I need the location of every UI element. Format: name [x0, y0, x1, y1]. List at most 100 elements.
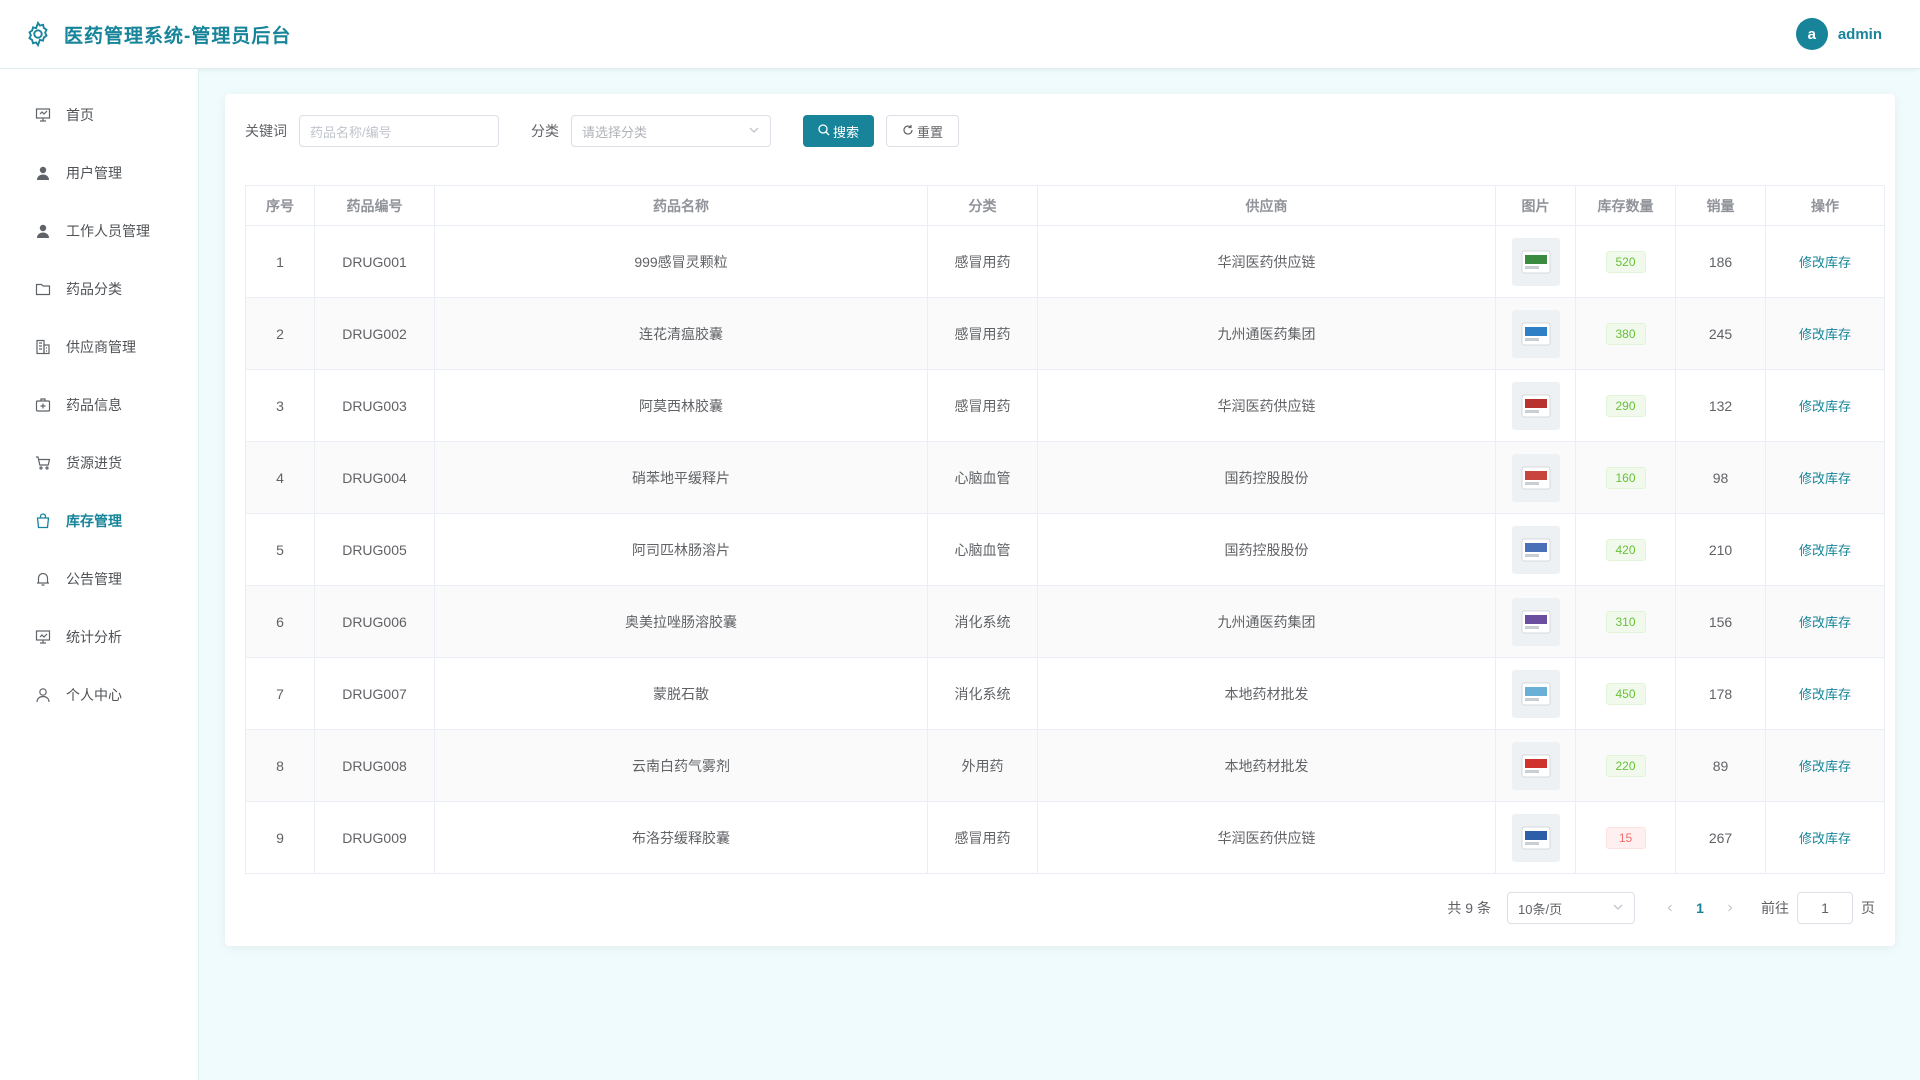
stock-badge: 380 [1605, 322, 1646, 345]
action-cell: 修改库存 [1765, 513, 1885, 586]
keyword-placeholder: 药品名称/编号 [310, 124, 392, 140]
stock-cell: 380 [1575, 297, 1676, 370]
next-page-button[interactable] [1715, 900, 1745, 916]
stock-cell: 310 [1575, 585, 1676, 658]
sidebar-item-label: 库存管理 [66, 513, 122, 529]
drug-name: 阿司匹林肠溶片 [434, 513, 928, 586]
keyword-input[interactable]: 药品名称/编号 [299, 115, 499, 147]
edit-stock-link[interactable]: 修改库存 [1799, 543, 1851, 558]
sidebar-item-9[interactable]: 统计分析 [0, 608, 198, 666]
row-index: 6 [245, 585, 315, 658]
search-icon [818, 123, 830, 139]
stock-badge: 15 [1605, 826, 1646, 849]
sales-count: 186 [1675, 225, 1766, 298]
drug-image[interactable] [1511, 309, 1560, 358]
stock-badge: 160 [1605, 466, 1646, 489]
drug-image[interactable] [1511, 669, 1560, 718]
folder-icon [34, 280, 52, 298]
drug-image[interactable] [1511, 453, 1560, 502]
sidebar-item-0[interactable]: 首页 [0, 86, 198, 144]
drug-image[interactable] [1511, 813, 1560, 862]
drug-code: DRUG005 [314, 513, 435, 586]
refresh-icon [902, 124, 914, 139]
column-header: 序号 [245, 185, 315, 226]
drug-name: 奥美拉唑肠溶胶囊 [434, 585, 928, 658]
sidebar-item-label: 个人中心 [66, 687, 122, 703]
main-card: 关键词 药品名称/编号 分类 请选择分类 搜索 重置 序号 药品编号 药品名称 … [225, 94, 1895, 946]
stock-cell: 15 [1575, 801, 1676, 874]
sidebar-item-label: 供应商管理 [66, 339, 136, 355]
row-index: 4 [245, 441, 315, 514]
edit-stock-link[interactable]: 修改库存 [1799, 615, 1851, 630]
drug-category: 感冒用药 [927, 801, 1038, 874]
row-index: 8 [245, 729, 315, 802]
sidebar-item-10[interactable]: 个人中心 [0, 666, 198, 724]
prev-page-button[interactable] [1655, 900, 1685, 916]
shopping-cart-icon [34, 454, 52, 472]
action-cell: 修改库存 [1765, 585, 1885, 658]
stock-cell: 220 [1575, 729, 1676, 802]
page-size-select[interactable]: 10条/页 [1507, 892, 1635, 924]
search-button[interactable]: 搜索 [803, 115, 875, 147]
drug-image[interactable] [1511, 525, 1560, 574]
sidebar-item-3[interactable]: 药品分类 [0, 260, 198, 318]
action-cell: 修改库存 [1765, 297, 1885, 370]
edit-stock-link[interactable]: 修改库存 [1799, 255, 1851, 270]
sidebar-item-4[interactable]: 供应商管理 [0, 318, 198, 376]
shopping-bag-icon [34, 512, 52, 530]
sidebar-item-2[interactable]: 工作人员管理 [0, 202, 198, 260]
sales-count: 132 [1675, 369, 1766, 442]
username[interactable]: admin [1838, 26, 1882, 43]
drug-category: 心脑血管 [927, 513, 1038, 586]
column-header: 分类 [927, 185, 1038, 226]
drug-name: 999感冒灵颗粒 [434, 225, 928, 298]
edit-stock-link[interactable]: 修改库存 [1799, 687, 1851, 702]
stock-badge: 220 [1605, 754, 1646, 777]
first-aid-kit-icon [34, 396, 52, 414]
avatar[interactable]: a [1795, 18, 1828, 50]
row-index: 9 [245, 801, 315, 874]
drug-name: 硝苯地平缓释片 [434, 441, 928, 514]
drug-image[interactable] [1511, 741, 1560, 790]
stock-cell: 420 [1575, 513, 1676, 586]
page-number-current[interactable]: 1 [1685, 900, 1715, 916]
sales-count: 98 [1675, 441, 1766, 514]
sidebar-item-6[interactable]: 货源进货 [0, 434, 198, 492]
supplier-name: 本地药材批发 [1037, 729, 1496, 802]
drug-image-cell [1495, 657, 1576, 730]
drug-image[interactable] [1511, 237, 1560, 286]
drug-image-cell [1495, 297, 1576, 370]
filter-bar: 关键词 药品名称/编号 分类 请选择分类 搜索 重置 [245, 115, 960, 147]
edit-stock-link[interactable]: 修改库存 [1799, 399, 1851, 414]
chevron-down-icon [748, 124, 760, 139]
sidebar-item-8[interactable]: 公告管理 [0, 550, 198, 608]
drug-image-cell [1495, 369, 1576, 442]
sales-count: 210 [1675, 513, 1766, 586]
reset-button-label: 重置 [917, 124, 944, 140]
chart-board-icon [34, 628, 52, 646]
pagination-total: 共 9 条 [1447, 900, 1491, 916]
supplier-name: 国药控股股份 [1037, 513, 1496, 586]
supplier-name: 九州通医药集团 [1037, 585, 1496, 658]
edit-stock-link[interactable]: 修改库存 [1799, 759, 1851, 774]
chevron-down-icon [1612, 901, 1624, 916]
sales-count: 245 [1675, 297, 1766, 370]
inventory-table: 序号 药品编号 药品名称 分类 供应商 图片 库存数量 销量 操作 1 DRUG001 999感冒灵… [245, 185, 1885, 874]
category-select[interactable]: 请选择分类 [571, 115, 771, 147]
edit-stock-link[interactable]: 修改库存 [1799, 471, 1851, 486]
edit-stock-link[interactable]: 修改库存 [1799, 831, 1851, 846]
top-header: 医药管理系统-管理员后台 a admin [0, 0, 1920, 69]
table-row: 6 DRUG006 奥美拉唑肠溶胶囊 消化系统 九州通医药集团 310 156 修改库存 [245, 585, 1885, 658]
goto-page-input[interactable]: 1 [1797, 892, 1853, 924]
sidebar-item-5[interactable]: 药品信息 [0, 376, 198, 434]
drug-image[interactable] [1511, 381, 1560, 430]
reset-button[interactable]: 重置 [886, 115, 960, 147]
column-header: 库存数量 [1575, 185, 1676, 226]
user-menu[interactable]: a admin [1795, 18, 1882, 50]
sidebar-item-1[interactable]: 用户管理 [0, 144, 198, 202]
edit-stock-link[interactable]: 修改库存 [1799, 327, 1851, 342]
drug-image[interactable] [1511, 597, 1560, 646]
goto-page-value: 1 [1821, 900, 1829, 916]
sidebar-item-label: 工作人员管理 [66, 223, 150, 239]
sidebar-item-7[interactable]: 库存管理 [0, 492, 198, 550]
